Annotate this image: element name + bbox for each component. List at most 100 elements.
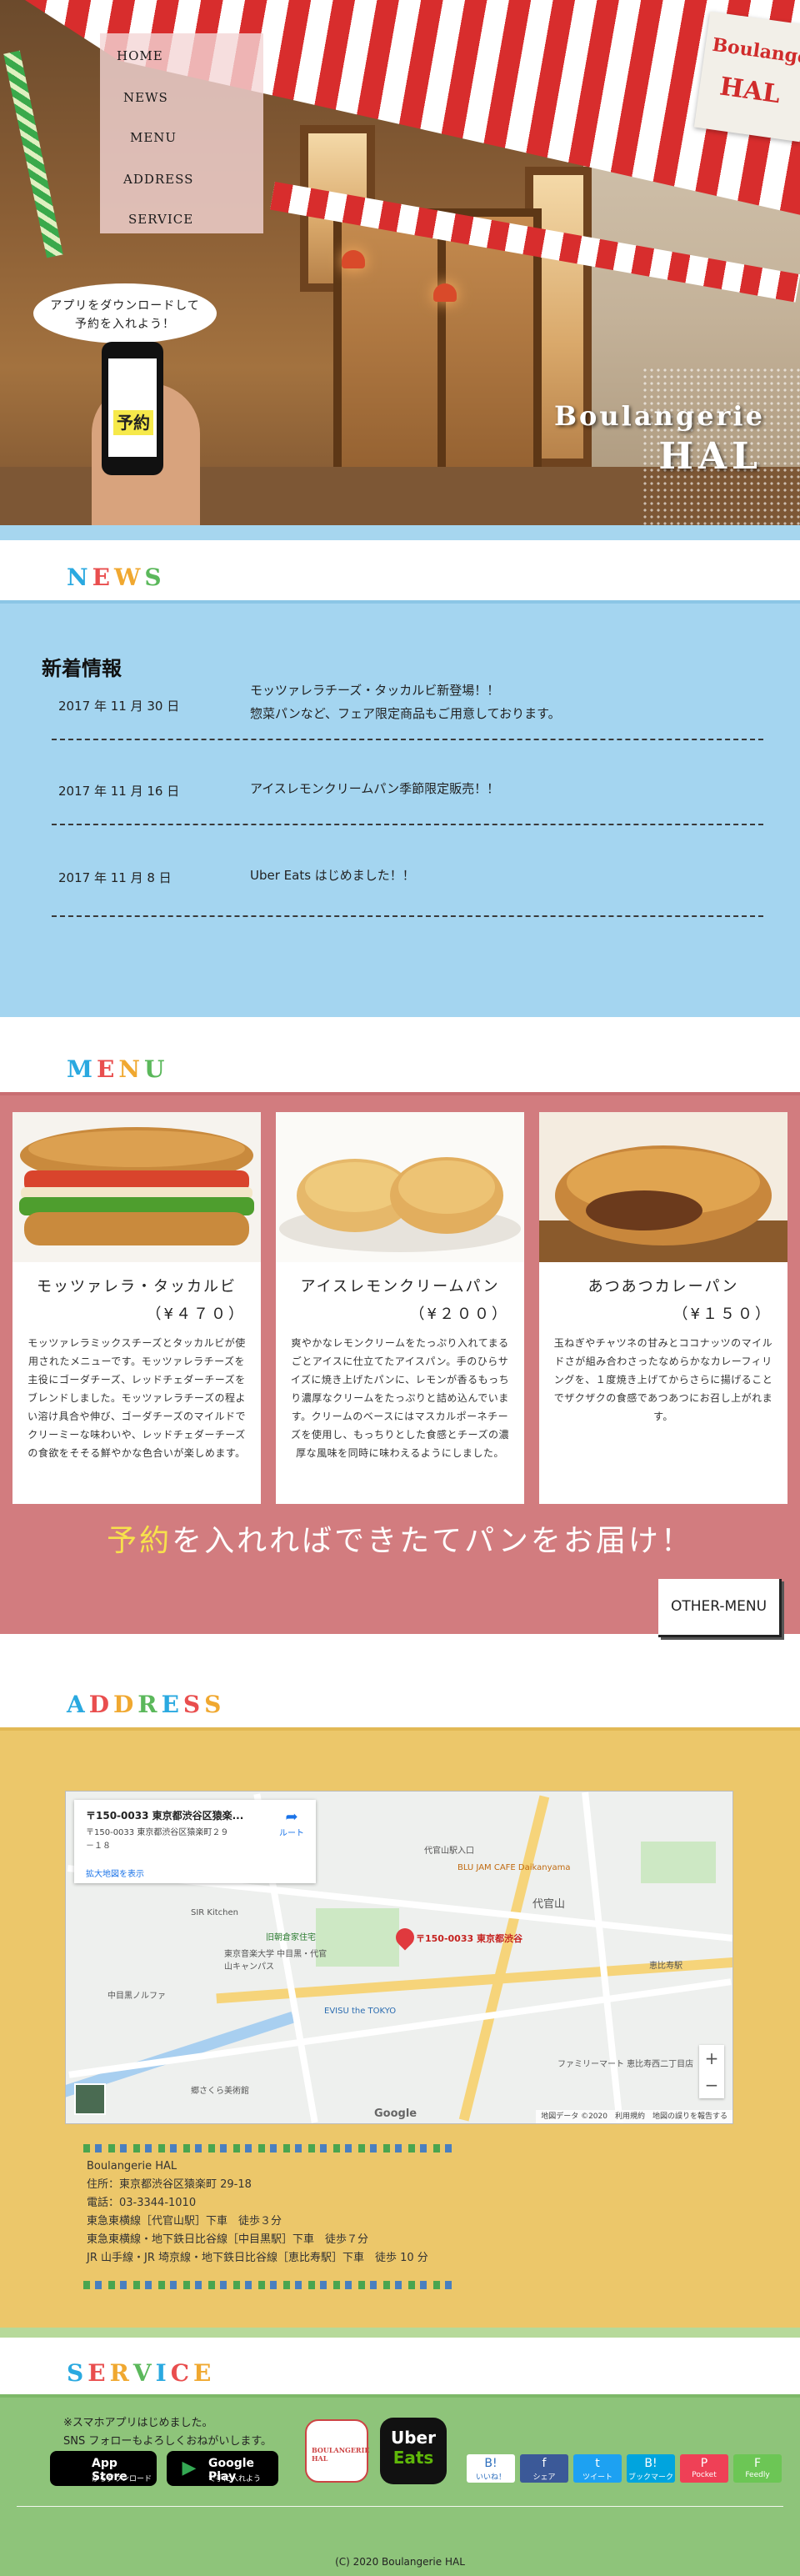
heading-letter: M	[67, 1055, 97, 1083]
app-store-sub: からダウンロード	[92, 2475, 152, 2483]
heading-letter: U	[143, 1055, 169, 1083]
heading-letter: A	[67, 1691, 89, 1718]
heading-letter: S	[182, 1691, 205, 1718]
service-text: ※スマホアプリはじめました。 SNS フォローもよろしくおねがいします。	[63, 2414, 272, 2451]
menu-image-lemon-cream-bun	[276, 1112, 524, 1262]
shop-name: Boulangerie HAL	[87, 2160, 178, 2173]
twitter-icon: t	[595, 2457, 600, 2470]
news-section: 新着情報 2017 年 11 月 30 日 モッツァレラチーズ・タッカルビ新登場…	[0, 600, 800, 1017]
service-heading: SERVICE	[67, 2359, 215, 2387]
google-play-badge[interactable]: ▶ Google Play で手に入れよう	[167, 2451, 278, 2486]
hatena-like-button[interactable]: B! いいね！	[467, 2454, 515, 2483]
map-card-address-line: －１８	[86, 1842, 111, 1851]
uber-eats-icon[interactable]: Uber Eats	[380, 2418, 447, 2484]
twitter-share-button[interactable]: t ツイート	[573, 2454, 622, 2483]
main-nav: HOME NEWS MENU ADDRESS SERVICE	[100, 33, 263, 233]
nav-address[interactable]: ADDRESS	[123, 172, 193, 187]
menu-item-price: （¥４７０）	[146, 1306, 246, 1323]
other-menu-button[interactable]: OTHER-MENU	[658, 1579, 782, 1637]
map-label: 中目黒ノルファ	[108, 1992, 166, 2001]
facebook-icon: f	[542, 2457, 547, 2470]
footer-divider	[17, 2506, 783, 2507]
news-title: 新着情報	[42, 657, 122, 680]
map-zoom-control: + −	[699, 2045, 724, 2098]
hero-bottom-bar	[0, 525, 800, 540]
map-card-title: 〒150-0033 東京都渋谷区猿楽...	[86, 1810, 244, 1822]
news-text-line: Uber Eats はじめました！！	[250, 868, 415, 883]
hal-app-icon[interactable]: BOULANGERIE HAL	[305, 2419, 370, 2483]
heading-letter: E	[97, 1055, 119, 1083]
bun-illustration	[276, 1112, 524, 1262]
menu-item-name: アイスレモンクリームパン	[300, 1278, 500, 1296]
map-satellite-toggle[interactable]	[74, 2083, 106, 2115]
map-label: BLU JAM CAFE Daikanyama	[458, 1863, 571, 1872]
news-date: 2017 年 11 月 16 日	[58, 784, 180, 799]
hal-app-label: BOULANGERIE HAL	[312, 2446, 370, 2463]
heading-letter: R	[138, 1691, 162, 1718]
service-section: ※スマホアプリはじめました。 SNS フォローもよろしくおねがいします。 App…	[0, 2394, 800, 2576]
news-date: 2017 年 11 月 30 日	[58, 699, 180, 714]
news-text-line: 惣菜パンなど、フェア限定商品もご用意しております。	[250, 706, 561, 721]
map-label: 東京音楽大学 中目黒・代官山キャンパス	[224, 1950, 328, 1972]
google-map[interactable]: 代官山駅入口 BLU JAM CAFE Daikanyama 代官山 旧朝倉家住…	[65, 1791, 733, 2124]
bookmark-icon: B!	[644, 2457, 658, 2470]
decorative-border	[83, 2281, 458, 2289]
hatena-icon: B!	[484, 2457, 498, 2470]
hatena-bookmark-button[interactable]: B! ブックマーク	[627, 2454, 675, 2483]
heading-letter: R	[109, 2359, 133, 2387]
news-text[interactable]: アイスレモンクリームパン季節限定販売！！	[250, 777, 499, 800]
menu-item-description: モッツァレラミックスチーズとタッカルビが使用されたメニューです。モッツァレラチー…	[28, 1337, 246, 1459]
pocket-button[interactable]: P Pocket	[680, 2454, 728, 2483]
menu-item-price: （¥２００）	[409, 1306, 509, 1323]
shop-phone[interactable]: 電話：03-3344-1010	[87, 2194, 428, 2213]
map-attribution[interactable]: 地図データ ©2020 利用規約 地図の誤りを報告する	[536, 2110, 732, 2123]
news-divider	[52, 915, 763, 917]
app-speech-bubble: アプリをダウンロードして 予約を入れよう！	[33, 283, 217, 348]
eats-label: Eats	[392, 2448, 434, 2468]
copyright: (C) 2020 Boulangerie HAL	[335, 2556, 465, 2568]
map-label: 郷さくら美術館	[191, 2087, 249, 2096]
map-label: 代官山	[532, 1898, 566, 1911]
map-larger-link[interactable]: 拡大地図を表示	[86, 1867, 144, 1879]
map-label: 代官山駅入口	[424, 1847, 474, 1856]
menu-image-curry-bread	[539, 1112, 788, 1262]
menu-item-name: あつあつカレーパン	[588, 1278, 739, 1296]
zoom-out-button[interactable]: −	[699, 2072, 724, 2098]
apple-icon	[62, 2458, 83, 2479]
heading-letter: E	[193, 2359, 216, 2387]
share-label: Feedly	[745, 2471, 770, 2479]
address-info: Boulangerie HAL 住所：東京都渋谷区猿楽町 29-18 電話：03…	[87, 2158, 428, 2268]
menu-card[interactable]: アイスレモンクリームパン （¥２００） 爽やかなレモンクリームをたっぷり入れてま…	[276, 1112, 524, 1504]
hero-title-line-2: HAL	[658, 435, 762, 478]
hero-title: Boulangerie HAL	[554, 400, 796, 478]
google-play-sub: で手に入れよう	[208, 2475, 262, 2483]
logo-sign[interactable]: Boulanger HAL	[693, 11, 800, 143]
map-label: SIR Kitchen	[191, 1908, 239, 1917]
nav-service[interactable]: SERVICE	[128, 212, 193, 227]
nav-news[interactable]: NEWS	[123, 90, 168, 105]
share-label: Pocket	[692, 2471, 717, 2479]
nav-home[interactable]: HOME	[117, 48, 163, 63]
news-text-line: アイスレモンクリームパン季節限定販売！！	[250, 781, 500, 796]
news-text[interactable]: Uber Eats はじめました！！	[250, 864, 415, 887]
feedly-button[interactable]: F Feedly	[733, 2454, 782, 2483]
zoom-in-button[interactable]: +	[699, 2045, 724, 2072]
reserve-button[interactable]: 予約	[113, 410, 153, 435]
heading-letter: C	[170, 2359, 193, 2387]
directions-icon: ➦	[285, 1808, 298, 1826]
app-store-badge[interactable]: App Store からダウンロード	[50, 2451, 157, 2486]
menu-card[interactable]: モッツァレラ・タッカルビ （¥４７０） モッツァレラミックスチーズとタッカルビが…	[12, 1112, 261, 1504]
decorative-border	[83, 2144, 458, 2153]
heading-letter: D	[88, 1691, 114, 1718]
menu-image-sandwich	[12, 1112, 261, 1262]
facebook-share-button[interactable]: f シェア	[520, 2454, 568, 2483]
slogan-text: を入れればできたてパンをお届け！	[172, 1524, 693, 1558]
nav-menu[interactable]: MENU	[130, 130, 177, 145]
heading-letter: D	[113, 1691, 138, 1718]
map-directions-button[interactable]: ➦ ルート	[279, 1808, 304, 1838]
map-label: EVISU the TOKYO	[324, 2007, 397, 2016]
sandwich-illustration	[12, 1112, 261, 1262]
news-text[interactable]: モッツァレラチーズ・タッカルビ新登場！！ 惣菜パンなど、フェア限定商品もご用意し…	[250, 679, 561, 725]
heading-letter: E	[92, 564, 114, 591]
menu-card[interactable]: あつあつカレーパン （¥１５０） 玉ねぎやチャツネの甘みとココナッツのマイルドさ…	[539, 1112, 788, 1504]
